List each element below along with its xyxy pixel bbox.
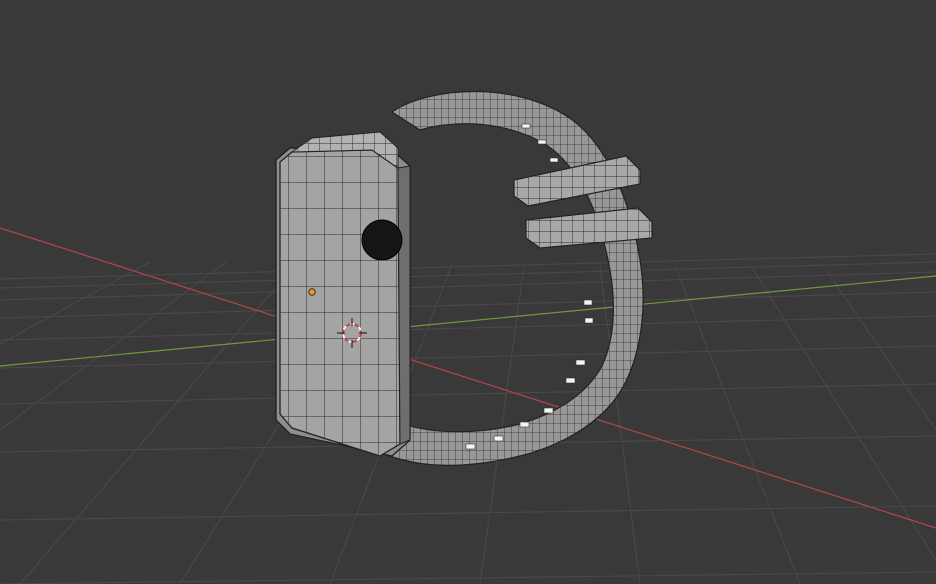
3d-viewport[interactable]: [0, 0, 936, 584]
viewport-canvas[interactable]: [0, 0, 936, 584]
watch-body[interactable]: [275, 131, 411, 457]
watch-strap[interactable]: [379, 90, 644, 466]
y-axis-line: [0, 275, 936, 367]
object-origin-icon: [308, 288, 316, 296]
floor-grid: [0, 253, 936, 584]
watch-crown[interactable]: [361, 219, 403, 261]
x-axis-line: [0, 227, 936, 529]
